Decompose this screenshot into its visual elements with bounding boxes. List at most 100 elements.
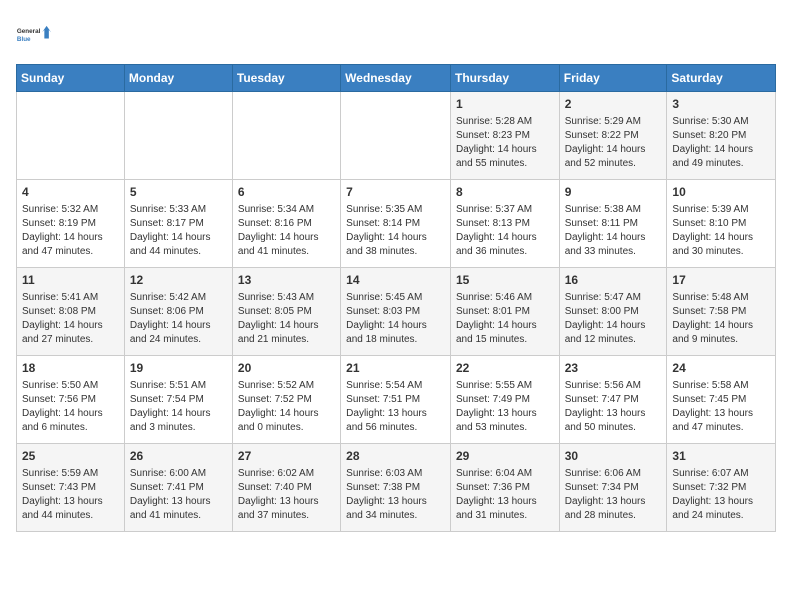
calendar-cell: 7 Sunrise: 5:35 AMSunset: 8:14 PMDaylight…	[341, 180, 451, 268]
calendar-cell: 31Sunrise: 6:07 AMSunset: 7:32 PMDayligh…	[667, 444, 776, 532]
day-info: Sunrise: 5:47 AMSunset: 8:00 PMDaylight:…	[565, 291, 662, 347]
calendar-cell: 10 Sunrise: 5:39 AMSunset: 8:10 PMDayligh…	[667, 180, 776, 268]
calendar-cell: 19 Sunrise: 5:51 AMSunset: 7:54 PMDayligh…	[124, 356, 232, 444]
day-number: 19	[130, 360, 227, 377]
day-number: 3	[672, 96, 770, 113]
day-header-friday: Friday	[559, 65, 667, 92]
calendar-cell: 8 Sunrise: 5:37 AMSunset: 8:13 PMDaylight…	[450, 180, 559, 268]
day-info: Sunrise: 6:02 AMSunset: 7:40 PMDaylight:…	[238, 467, 335, 523]
day-info: Sunrise: 6:03 AMSunset: 7:38 PMDaylight:…	[346, 467, 445, 523]
day-info: Sunrise: 5:59 AMSunset: 7:43 PMDaylight:…	[22, 467, 119, 523]
day-number: 13	[238, 272, 335, 289]
calendar-cell: 26Sunrise: 6:00 AMSunset: 7:41 PMDayligh…	[124, 444, 232, 532]
calendar-cell: 23 Sunrise: 5:56 AMSunset: 7:47 PMDayligh…	[559, 356, 667, 444]
calendar-cell: 16 Sunrise: 5:47 AMSunset: 8:00 PMDayligh…	[559, 268, 667, 356]
day-info: Sunrise: 5:37 AMSunset: 8:13 PMDaylight:…	[456, 203, 554, 259]
day-header-thursday: Thursday	[450, 65, 559, 92]
calendar-cell: 17Sunrise: 5:48 AMSunset: 7:58 PMDayligh…	[667, 268, 776, 356]
day-info: Sunrise: 5:41 AMSunset: 8:08 PMDaylight:…	[22, 291, 119, 347]
calendar-cell: 30 Sunrise: 6:06 AMSunset: 7:34 PMDayligh…	[559, 444, 667, 532]
day-info: Sunrise: 5:58 AMSunset: 7:45 PMDaylight:…	[672, 379, 770, 435]
calendar-cell: 12Sunrise: 5:42 AMSunset: 8:06 PMDayligh…	[124, 268, 232, 356]
day-info: Sunrise: 5:35 AMSunset: 8:14 PMDaylight:…	[346, 203, 445, 259]
calendar-cell: 2 Sunrise: 5:29 AMSunset: 8:22 PMDaylight…	[559, 92, 667, 180]
day-number: 29	[456, 448, 554, 465]
day-number: 10	[672, 184, 770, 201]
page-header: GeneralBlue	[16, 16, 776, 52]
day-number: 23	[565, 360, 662, 377]
header-row: SundayMondayTuesdayWednesdayThursdayFrid…	[17, 65, 776, 92]
day-number: 18	[22, 360, 119, 377]
day-info: Sunrise: 5:45 AMSunset: 8:03 PMDaylight:…	[346, 291, 445, 347]
week-row-1: 1 Sunrise: 5:28 AMSunset: 8:23 PMDaylight…	[17, 92, 776, 180]
day-number: 27	[238, 448, 335, 465]
calendar-cell: 20Sunrise: 5:52 AMSunset: 7:52 PMDayligh…	[232, 356, 340, 444]
calendar-table: SundayMondayTuesdayWednesdayThursdayFrid…	[16, 64, 776, 532]
day-number: 11	[22, 272, 119, 289]
calendar-cell: 13 Sunrise: 5:43 AMSunset: 8:05 PMDayligh…	[232, 268, 340, 356]
week-row-3: 11 Sunrise: 5:41 AMSunset: 8:08 PMDayligh…	[17, 268, 776, 356]
day-number: 14	[346, 272, 445, 289]
calendar-cell: 22 Sunrise: 5:55 AMSunset: 7:49 PMDayligh…	[450, 356, 559, 444]
day-info: Sunrise: 5:51 AMSunset: 7:54 PMDaylight:…	[130, 379, 227, 435]
day-number: 25	[22, 448, 119, 465]
logo: GeneralBlue	[16, 16, 52, 52]
day-number: 28	[346, 448, 445, 465]
calendar-cell: 14 Sunrise: 5:45 AMSunset: 8:03 PMDayligh…	[341, 268, 451, 356]
day-info: Sunrise: 6:04 AMSunset: 7:36 PMDaylight:…	[456, 467, 554, 523]
day-info: Sunrise: 6:06 AMSunset: 7:34 PMDaylight:…	[565, 467, 662, 523]
svg-text:Blue: Blue	[17, 36, 31, 43]
calendar-cell: 5 Sunrise: 5:33 AMSunset: 8:17 PMDaylight…	[124, 180, 232, 268]
calendar-cell: 27 Sunrise: 6:02 AMSunset: 7:40 PMDayligh…	[232, 444, 340, 532]
day-info: Sunrise: 5:29 AMSunset: 8:22 PMDaylight:…	[565, 115, 662, 171]
day-header-saturday: Saturday	[667, 65, 776, 92]
calendar-cell	[341, 92, 451, 180]
day-number: 21	[346, 360, 445, 377]
day-info: Sunrise: 5:56 AMSunset: 7:47 PMDaylight:…	[565, 379, 662, 435]
svg-text:General: General	[17, 28, 41, 35]
day-info: Sunrise: 5:50 AMSunset: 7:56 PMDaylight:…	[22, 379, 119, 435]
calendar-cell: 15Sunrise: 5:46 AMSunset: 8:01 PMDayligh…	[450, 268, 559, 356]
day-number: 1	[456, 96, 554, 113]
day-info: Sunrise: 5:38 AMSunset: 8:11 PMDaylight:…	[565, 203, 662, 259]
day-info: Sunrise: 5:30 AMSunset: 8:20 PMDaylight:…	[672, 115, 770, 171]
day-number: 5	[130, 184, 227, 201]
calendar-cell: 18 Sunrise: 5:50 AMSunset: 7:56 PMDayligh…	[17, 356, 125, 444]
week-row-5: 25 Sunrise: 5:59 AMSunset: 7:43 PMDayligh…	[17, 444, 776, 532]
day-number: 6	[238, 184, 335, 201]
day-number: 15	[456, 272, 554, 289]
day-number: 7	[346, 184, 445, 201]
day-info: Sunrise: 5:39 AMSunset: 8:10 PMDaylight:…	[672, 203, 770, 259]
day-header-monday: Monday	[124, 65, 232, 92]
day-number: 2	[565, 96, 662, 113]
day-header-wednesday: Wednesday	[341, 65, 451, 92]
calendar-cell: 6Sunrise: 5:34 AMSunset: 8:16 PMDaylight…	[232, 180, 340, 268]
day-info: Sunrise: 5:33 AMSunset: 8:17 PMDaylight:…	[130, 203, 227, 259]
calendar-cell: 4Sunrise: 5:32 AMSunset: 8:19 PMDaylight…	[17, 180, 125, 268]
week-row-4: 18 Sunrise: 5:50 AMSunset: 7:56 PMDayligh…	[17, 356, 776, 444]
day-number: 16	[565, 272, 662, 289]
day-info: Sunrise: 5:28 AMSunset: 8:23 PMDaylight:…	[456, 115, 554, 171]
day-number: 22	[456, 360, 554, 377]
day-number: 9	[565, 184, 662, 201]
day-number: 8	[456, 184, 554, 201]
day-info: Sunrise: 5:42 AMSunset: 8:06 PMDaylight:…	[130, 291, 227, 347]
calendar-cell	[17, 92, 125, 180]
calendar-cell: 28 Sunrise: 6:03 AMSunset: 7:38 PMDayligh…	[341, 444, 451, 532]
calendar-cell	[124, 92, 232, 180]
day-info: Sunrise: 5:54 AMSunset: 7:51 PMDaylight:…	[346, 379, 445, 435]
calendar-cell: 3 Sunrise: 5:30 AMSunset: 8:20 PMDaylight…	[667, 92, 776, 180]
day-number: 20	[238, 360, 335, 377]
calendar-cell: 29 Sunrise: 6:04 AMSunset: 7:36 PMDayligh…	[450, 444, 559, 532]
day-header-tuesday: Tuesday	[232, 65, 340, 92]
calendar-cell: 1 Sunrise: 5:28 AMSunset: 8:23 PMDaylight…	[450, 92, 559, 180]
day-number: 17	[672, 272, 770, 289]
day-info: Sunrise: 5:43 AMSunset: 8:05 PMDaylight:…	[238, 291, 335, 347]
day-number: 30	[565, 448, 662, 465]
day-info: Sunrise: 5:55 AMSunset: 7:49 PMDaylight:…	[456, 379, 554, 435]
day-number: 4	[22, 184, 119, 201]
day-header-sunday: Sunday	[17, 65, 125, 92]
calendar-cell: 25 Sunrise: 5:59 AMSunset: 7:43 PMDayligh…	[17, 444, 125, 532]
calendar-cell: 24Sunrise: 5:58 AMSunset: 7:45 PMDayligh…	[667, 356, 776, 444]
day-number: 26	[130, 448, 227, 465]
